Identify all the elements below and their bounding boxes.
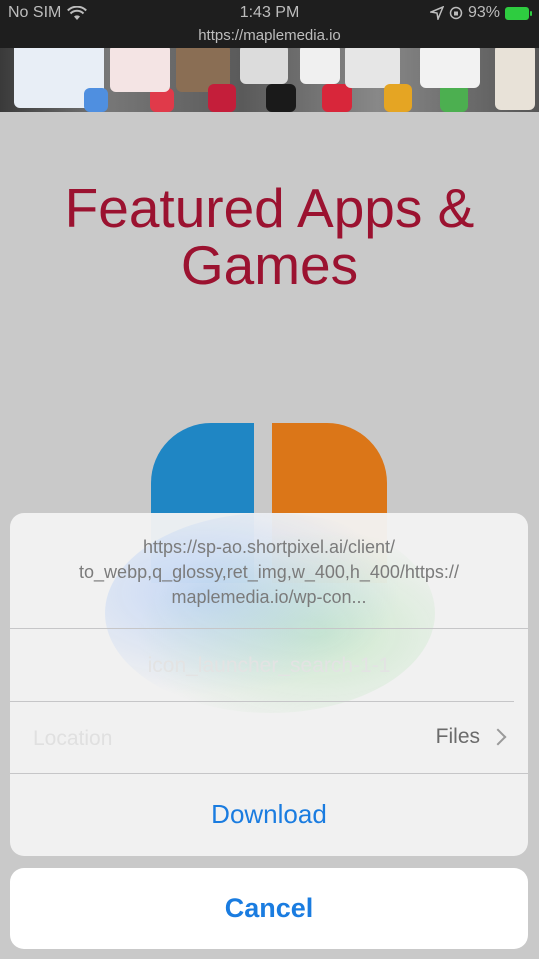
download-button[interactable]: Download [10, 773, 528, 856]
download-filename[interactable]: icon_launcher_search-1-1 [30, 654, 508, 678]
page-title: Featured Apps & Games [0, 180, 539, 294]
battery-percent: 93% [467, 4, 500, 21]
status-right: 93% [429, 4, 532, 22]
download-source-url: https://sp-ao.shortpixel.ai/client/ to_w… [79, 537, 459, 607]
chevron-right-icon [489, 728, 507, 746]
battery-charging-icon [505, 6, 532, 20]
divider [10, 701, 514, 702]
download-action-sheet: https://sp-ao.shortpixel.ai/client/ to_w… [10, 513, 528, 856]
divider [10, 628, 528, 629]
location-label: Location [33, 727, 113, 750]
url-bar[interactable]: https://maplemedia.io [0, 26, 539, 48]
orientation-lock-icon [449, 6, 463, 20]
page-title-line-2: Games [180, 234, 359, 296]
location-icon [429, 6, 444, 20]
location-value[interactable]: Files [435, 725, 507, 749]
page-title-line-1: Featured Apps & [64, 177, 475, 239]
cancel-button[interactable]: Cancel [10, 868, 528, 949]
location-value-text: Files [435, 725, 480, 748]
status-bar: No SIM 1:43 PM 93% [0, 0, 539, 26]
hero-banner-image [0, 48, 539, 112]
